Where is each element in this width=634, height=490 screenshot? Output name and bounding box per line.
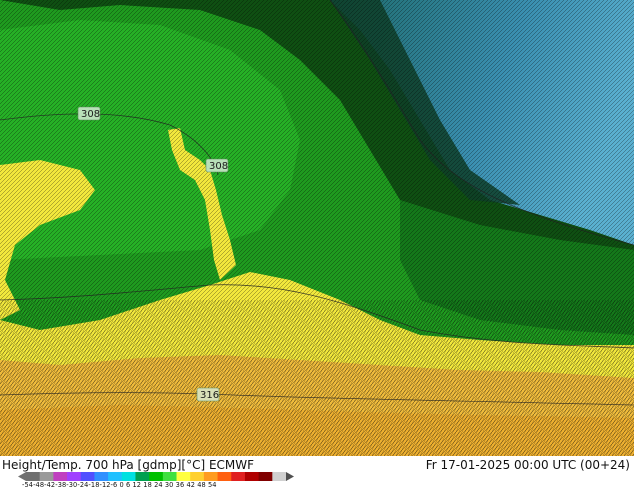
colorbar-arrow-right (286, 472, 294, 481)
map-title: Height/Temp. 700 hPa [gdmp][°C] ECMWF (2, 458, 255, 472)
colorbar-arrow-left (18, 472, 26, 481)
colorbar-segment (53, 472, 68, 481)
wind-barb-texture-south (0, 300, 634, 456)
map-timestamp: Fr 17-01-2025 00:00 UTC (00+24) (425, 458, 630, 472)
colorbar-segment (162, 472, 178, 481)
colorbar-segment (244, 472, 260, 481)
contour-label-2: 308 (205, 158, 229, 173)
map-canvas: 308 308 316 (0, 0, 634, 456)
map-footer: Height/Temp. 700 hPa [gdmp][°C] ECMWF Fr… (0, 456, 634, 490)
colorbar-segment (67, 472, 82, 481)
colorbar-ticks: -54-48-42-38-30-24-18-12-6 0 6 12 18 24 … (22, 481, 217, 489)
colorbar-segment (190, 472, 205, 481)
colorbar-segment (80, 472, 95, 481)
colorbar-segment (39, 472, 54, 481)
colorbar-segment (94, 472, 109, 481)
colorbar-segment (135, 472, 150, 481)
colorbar-segment (217, 472, 232, 481)
contour-label-1: 308 (77, 106, 101, 121)
colorbar-segment (272, 472, 287, 481)
colorbar-segment (203, 472, 219, 481)
colorbar (18, 472, 294, 481)
colorbar-segment (231, 472, 246, 481)
colorbar-segment (258, 472, 273, 481)
colorbar-segment (108, 472, 123, 481)
weather-map: 308 308 316 (0, 0, 634, 456)
contour-label-text: 316 (200, 390, 219, 401)
colorbar-segment (149, 472, 164, 481)
contour-label-3: 316 (196, 387, 220, 402)
colorbar-segment (176, 472, 191, 481)
colorbar-segment (121, 472, 136, 481)
contour-label-text: 308 (209, 161, 228, 172)
colorbar-segment (26, 472, 41, 481)
contour-label-text: 308 (81, 109, 100, 120)
